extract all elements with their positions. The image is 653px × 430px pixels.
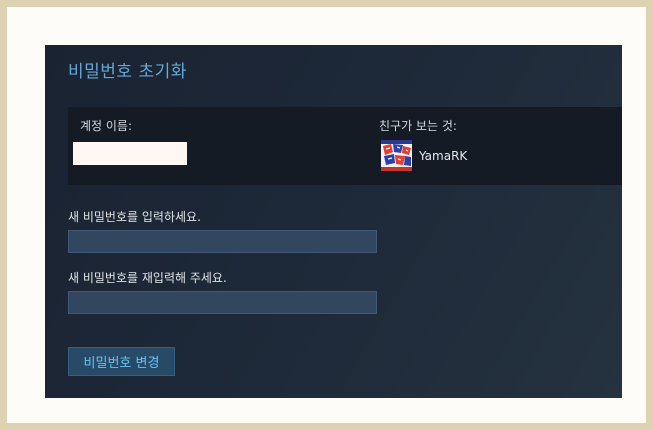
persona-name: YamaRK — [419, 149, 468, 163]
account-name-value — [73, 142, 187, 165]
page-title: 비밀번호 초기화 — [68, 62, 187, 82]
avatar — [381, 140, 412, 171]
reset-password-panel: 비밀번호 초기화 계정 이름: 친구가 보는 것: YamaRK 새 비밀번호를… — [45, 45, 622, 398]
confirm-password-label: 새 비밀번호를 재입력해 주세요. — [68, 271, 227, 285]
friends-view-label: 친구가 보는 것: — [379, 119, 457, 133]
new-password-input[interactable] — [68, 230, 377, 253]
avatar-image-icon — [381, 140, 412, 171]
page-frame: 비밀번호 초기화 계정 이름: 친구가 보는 것: YamaRK 새 비밀번호를… — [7, 7, 646, 423]
change-password-button[interactable]: 비밀번호 변경 — [68, 347, 175, 376]
account-info-box: 계정 이름: 친구가 보는 것: YamaRK — [68, 107, 622, 185]
account-name-label: 계정 이름: — [80, 119, 133, 133]
new-password-label: 새 비밀번호를 입력하세요. — [68, 210, 201, 224]
confirm-password-input[interactable] — [68, 291, 377, 314]
